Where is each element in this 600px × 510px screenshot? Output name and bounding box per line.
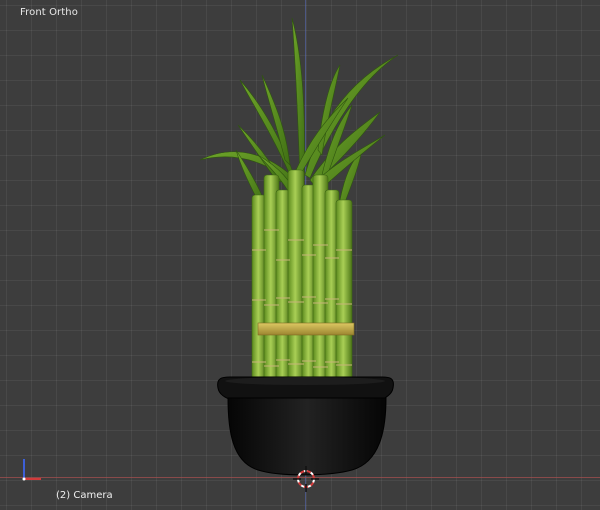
bamboo-stalks [251, 169, 353, 381]
gold-ribbon [257, 322, 355, 336]
view-title: Front Ortho [20, 7, 78, 18]
black-pot [217, 376, 394, 476]
3d-cursor-icon[interactable] [293, 466, 319, 492]
3d-viewport[interactable]: Front Ortho (2) Camera [0, 0, 600, 510]
bamboo-plant-model[interactable] [0, 0, 600, 510]
active-object-label: (2) Camera [56, 490, 113, 501]
axis-gizmo-icon [22, 459, 41, 481]
